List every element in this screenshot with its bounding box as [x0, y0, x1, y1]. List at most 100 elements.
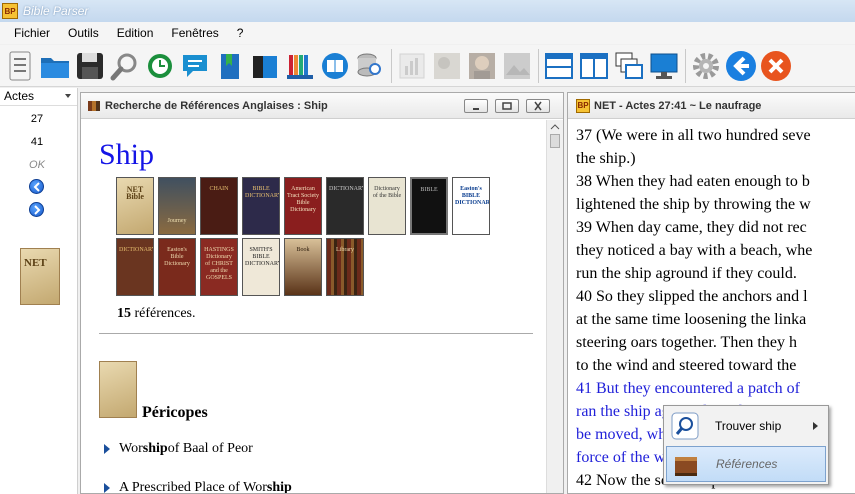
book-select[interactable]: Actes	[0, 88, 77, 106]
save-icon[interactable]	[73, 48, 107, 84]
app-logo-icon: BP	[2, 3, 18, 19]
pericopes-thumbnail	[99, 361, 137, 418]
search-term-heading: Ship	[99, 138, 155, 171]
app-logo-icon: BP	[576, 98, 590, 113]
books-icon	[88, 100, 100, 111]
verse-line: 38 When they had eaten enough to b	[576, 173, 810, 190]
image-icon[interactable]	[430, 48, 464, 84]
folder-icon[interactable]	[38, 48, 72, 84]
book-cover[interactable]: DICTIONARY	[326, 177, 364, 235]
toolbar-separator	[391, 48, 392, 83]
verse-line: 40 So they slipped the anchors and l	[576, 288, 808, 305]
book-cover[interactable]: DICTIONARY	[116, 238, 154, 296]
toolbar-separator	[685, 48, 686, 83]
next-verse-button[interactable]	[29, 202, 44, 217]
search-icon[interactable]	[108, 48, 142, 84]
context-menu: Trouver ship Références	[663, 405, 829, 485]
book-cover[interactable]: Library	[326, 238, 364, 296]
divider	[99, 333, 533, 334]
search-references-window: Recherche de Références Anglaises : Ship…	[80, 92, 564, 494]
chat-icon[interactable]	[178, 48, 212, 84]
minimize-button[interactable]	[464, 99, 488, 113]
net-bible-thumbnail[interactable]: NET	[20, 248, 60, 305]
book-cover[interactable]: Dictionary of the Bible	[368, 177, 406, 235]
menu-fenetres[interactable]: Fenêtres	[162, 26, 227, 40]
books-icon[interactable]	[248, 48, 282, 84]
monitor-icon[interactable]	[647, 48, 681, 84]
notes-icon[interactable]	[3, 48, 37, 84]
magnifier-icon	[671, 412, 699, 440]
ok-button[interactable]: OK	[0, 159, 74, 171]
chapter-field[interactable]: 27	[0, 113, 74, 125]
verse-line: they noticed a bay with a beach, whe	[576, 242, 813, 259]
pericopes-heading: Péricopes	[142, 404, 208, 421]
submenu-arrow-icon	[813, 422, 818, 430]
back-icon[interactable]	[724, 48, 758, 84]
book-cover[interactable]: Easton's Bible Dictionary	[158, 238, 196, 296]
menu-outils[interactable]: Outils	[59, 26, 108, 40]
book-cover[interactable]: SMITH'S BIBLE DICTIONARY	[242, 238, 280, 296]
close-window-button[interactable]	[526, 99, 550, 113]
chart-icon[interactable]	[395, 48, 429, 84]
bible-icon[interactable]	[318, 48, 352, 84]
search-results: Ship NET Bible Journey CHAIN BIBLE DICTI…	[82, 120, 539, 493]
net-window-titlebar: BP NET - Actes 27:41 ~ Le naufrage	[568, 93, 855, 119]
history-icon[interactable]	[143, 48, 177, 84]
book-cover[interactable]: American Tract Society Bible Dictionary	[284, 177, 322, 235]
book-cover[interactable]: BIBLE	[410, 177, 448, 235]
window-title: Bible Parser	[23, 4, 89, 18]
navigation-panel: Actes 27 41 OK NET	[0, 88, 78, 494]
book-cover[interactable]: Journey	[158, 177, 196, 235]
bookmark-icon[interactable]	[213, 48, 247, 84]
book-cover[interactable]: CHAIN	[200, 177, 238, 235]
search-window-titlebar: Recherche de Références Anglaises : Ship	[81, 93, 563, 119]
verse-line: run the ship aground if they could.	[576, 265, 797, 282]
book-cover[interactable]: Easton's BIBLE DICTIONARY	[452, 177, 490, 235]
find-ship-menu-item[interactable]: Trouver ship	[666, 408, 826, 444]
verse-line: 37 (We were in all two hundred seve	[576, 127, 811, 144]
portrait-icon[interactable]	[465, 48, 499, 84]
verse-line: to the wind and steered toward the	[576, 357, 797, 374]
reference-count-label: références.	[134, 306, 196, 321]
scrollbar-thumb[interactable]	[550, 134, 560, 148]
close-icon[interactable]	[759, 48, 793, 84]
cascade-icon[interactable]	[612, 48, 646, 84]
find-ship-label: Trouver ship	[715, 419, 782, 433]
layout-horizontal-icon[interactable]	[542, 48, 576, 84]
toolbar	[0, 45, 855, 87]
net-thumbnail-label: NET	[24, 257, 47, 269]
menu-help[interactable]: ?	[228, 26, 253, 40]
book-select-value: Actes	[4, 89, 35, 103]
title-bar: BP Bible Parser	[0, 0, 855, 22]
database-search-icon[interactable]	[353, 48, 387, 84]
net-window-title: NET - Actes 27:41 ~ Le naufrage	[594, 99, 762, 112]
book-cover[interactable]: BIBLE DICTIONARY	[242, 177, 280, 235]
pericope-link[interactable]: A Prescribed Place of Wor ship	[104, 480, 292, 493]
books-icon	[672, 451, 700, 479]
restore-button[interactable]	[495, 99, 519, 113]
pericope-link[interactable]: Wor ship of Baal of Peor	[104, 441, 253, 457]
menu-fichier[interactable]: Fichier	[0, 26, 59, 40]
library-icon[interactable]	[283, 48, 317, 84]
verse-line: the ship.)	[576, 150, 636, 167]
toolbar-separator	[538, 48, 539, 83]
reference-count: 15 références.	[117, 306, 196, 322]
triangle-right-icon	[104, 483, 110, 493]
gear-icon[interactable]	[689, 48, 723, 84]
book-cover[interactable]: Book	[284, 238, 322, 296]
reference-count-value: 15	[117, 306, 131, 321]
menu-edition[interactable]: Edition	[108, 26, 163, 40]
vertical-scrollbar[interactable]	[546, 120, 563, 493]
menu-bar: Fichier Outils Edition Fenêtres ?	[0, 22, 855, 44]
verse-line: 41 But they encountered a patch of	[576, 380, 800, 397]
layout-vertical-icon[interactable]	[577, 48, 611, 84]
verse-field[interactable]: 41	[0, 136, 74, 148]
verse-line: steering oars together. Then they h	[576, 334, 797, 351]
chevron-down-icon	[65, 94, 71, 98]
previous-verse-button[interactable]	[29, 179, 44, 194]
book-cover[interactable]: NET Bible	[116, 177, 154, 235]
references-menu-item[interactable]: Références	[666, 446, 826, 482]
search-window-title: Recherche de Références Anglaises : Ship	[105, 99, 328, 112]
photo-icon[interactable]	[500, 48, 534, 84]
book-cover[interactable]: HASTINGS Dictionary of CHRIST and the GO…	[200, 238, 238, 296]
